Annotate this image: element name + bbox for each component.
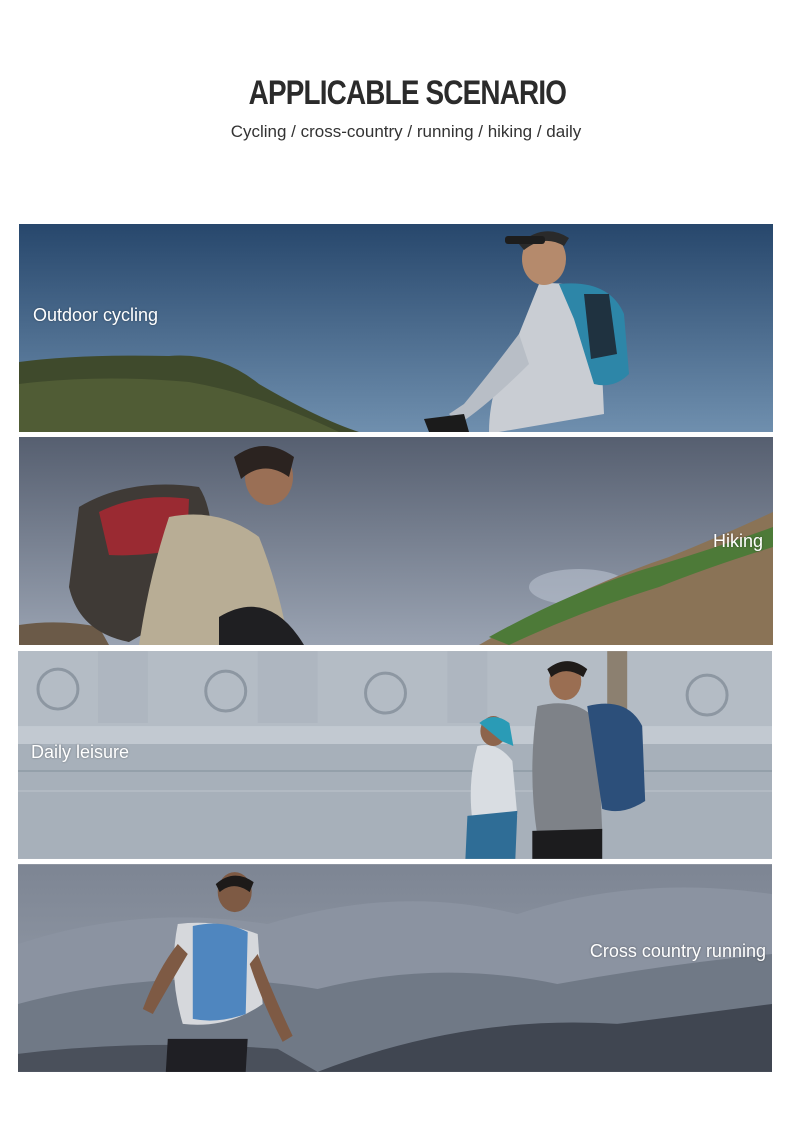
cycling-photo [19,224,773,432]
scenario-label-daily: Daily leisure [31,742,130,762]
scenario-panel-daily: Daily leisure [18,651,773,859]
page-subtitle: Cycling / cross-country / running / hiki… [230,122,582,141]
scenario-panel-running: Cross country running [18,864,773,1072]
scenario-panel-cycling: Outdoor cycling [19,224,773,432]
hiking-photo [19,437,773,645]
daily-leisure-photo [18,651,772,859]
scenario-label-hiking: Hiking [712,531,763,551]
scenario-label-running: Cross country running [589,941,766,961]
scenario-panel-hiking: Hiking [19,437,773,645]
page-title: APPLICABLE SCENARIO [248,74,567,112]
page-header: APPLICABLE SCENARIO Cycling / cross-coun… [0,0,790,200]
running-photo [18,864,772,1072]
scenario-label-cycling: Outdoor cycling [33,305,159,325]
